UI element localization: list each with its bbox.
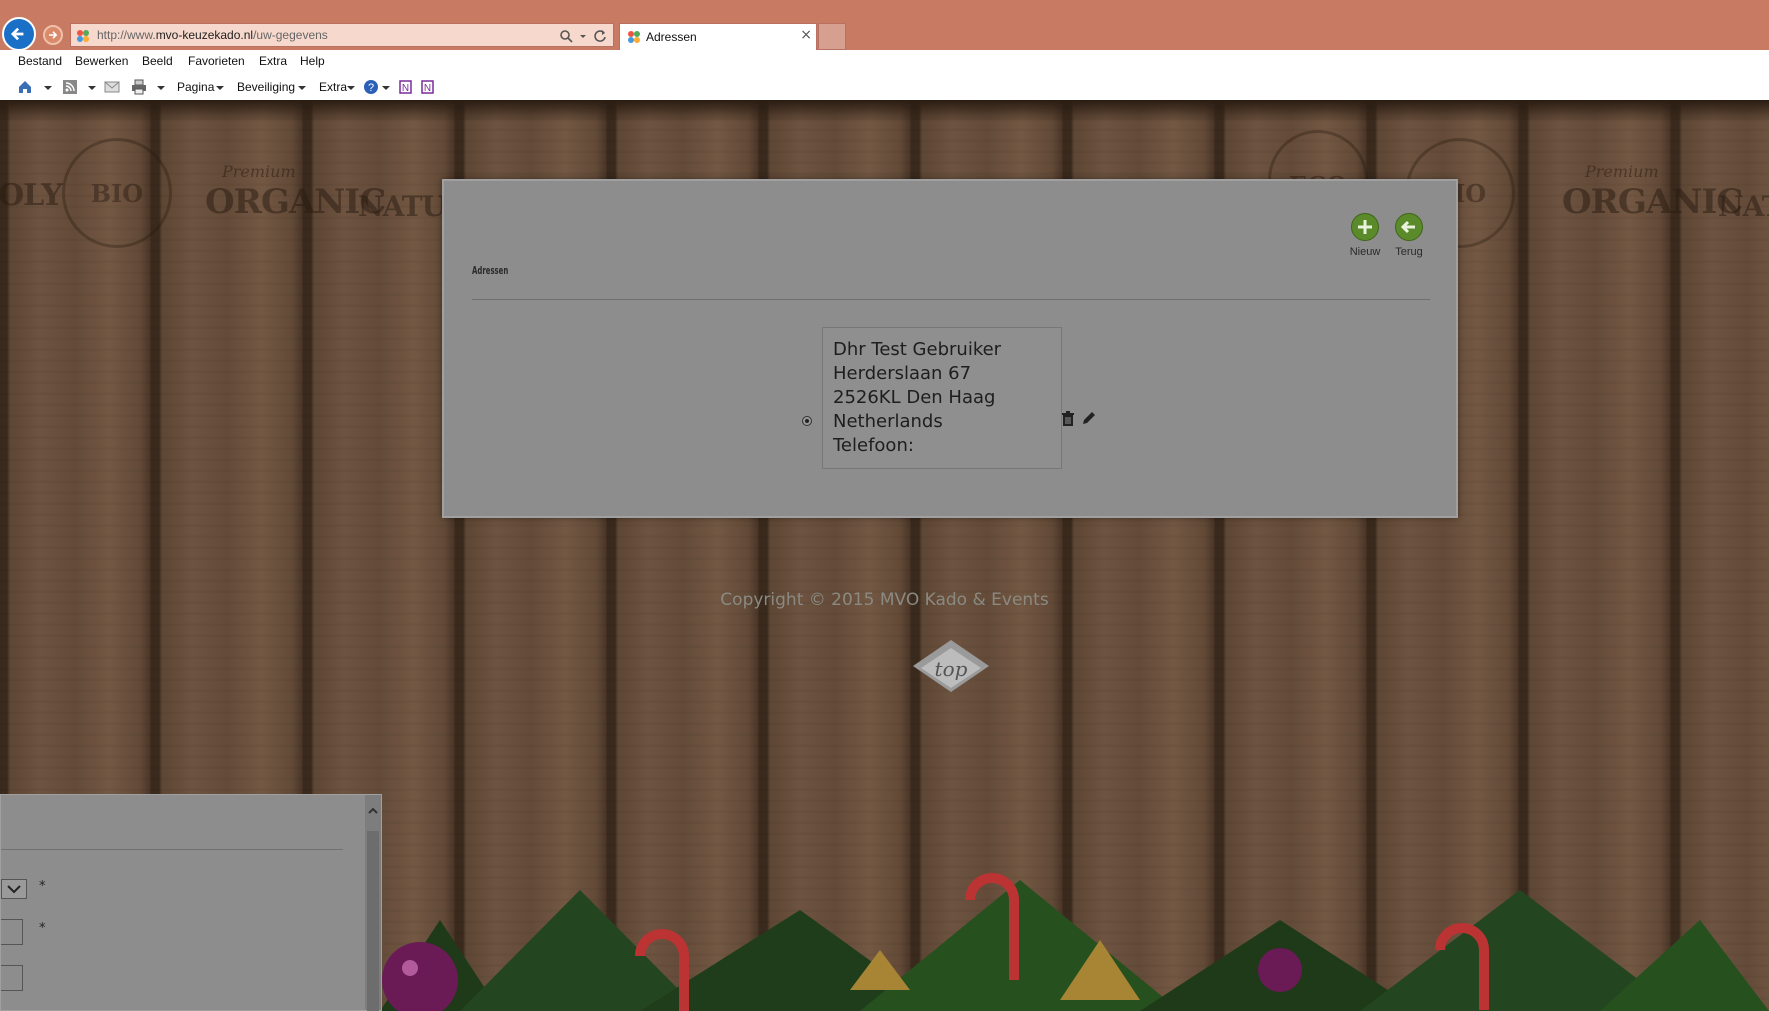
background-badge: BIO	[62, 138, 172, 248]
menu-help[interactable]: Help	[300, 54, 325, 68]
svg-text:N: N	[424, 83, 431, 94]
address-card: Dhr Test Gebruiker Herderslaan 67 2526KL…	[822, 327, 1062, 469]
new-label: Nieuw	[1349, 246, 1381, 258]
address-phone: Telefoon:	[833, 435, 914, 456]
search-icon[interactable]	[559, 29, 573, 43]
onenote-icon[interactable]: N	[420, 79, 436, 95]
menu-bewerken[interactable]: Bewerken	[75, 54, 128, 68]
chevron-up-icon[interactable]	[365, 803, 381, 819]
background-logo-text: ORGANIC	[1562, 182, 1743, 222]
background-logo-text: Premium	[1585, 162, 1659, 181]
beveiliging-dropdown[interactable]	[298, 86, 306, 90]
scrollbar[interactable]	[365, 795, 381, 1011]
help-icon[interactable]: ?	[363, 79, 379, 95]
extra-menu[interactable]: Extra	[319, 80, 347, 94]
home-dropdown[interactable]	[44, 86, 52, 90]
divider	[472, 299, 1430, 300]
feed-dropdown[interactable]	[88, 86, 96, 90]
address-bar[interactable]: http://www.mvo-keuzekado.nl/uw-gegevens	[70, 23, 614, 47]
select-field[interactable]	[1, 879, 27, 899]
side-form-panel: * *	[0, 794, 382, 1011]
joomla-favicon	[628, 31, 640, 43]
pagina-dropdown[interactable]	[216, 86, 224, 90]
page-title: Adressen	[472, 264, 509, 277]
address-radio[interactable]	[802, 416, 812, 426]
address-panel: Adressen Nieuw Terug Dhr Test Gebruiker …	[442, 179, 1458, 518]
back-button[interactable]	[2, 17, 36, 51]
required-marker: *	[39, 879, 46, 894]
divider	[1, 849, 343, 850]
menu-favorieten[interactable]: Favorieten	[188, 54, 245, 68]
background-logo-text: Premium	[222, 162, 296, 181]
mail-icon[interactable]	[104, 79, 120, 95]
home-icon[interactable]	[17, 79, 33, 95]
menu-beeld[interactable]: Beeld	[142, 54, 173, 68]
menu-bar: Bestand Bewerken Beeld Favorieten Extra …	[0, 50, 1769, 74]
background-badge-text: BIO	[90, 179, 144, 208]
text-field[interactable]	[1, 965, 23, 991]
print-icon[interactable]	[131, 79, 147, 95]
menu-bestand[interactable]: Bestand	[18, 54, 62, 68]
tab-title: Adressen	[646, 30, 697, 44]
page-background: OLY BIO Premium ORGANIC NATUR BIO ECO Pr…	[0, 100, 1769, 1011]
onenote-icon[interactable]: N	[398, 79, 414, 95]
address-country: Netherlands	[833, 411, 943, 432]
command-bar: Pagina Beveiliging Extra ? N N	[0, 74, 1769, 101]
new-address-button[interactable]: Nieuw	[1345, 213, 1385, 258]
chevron-down-icon[interactable]	[579, 29, 587, 43]
svg-text:?: ?	[368, 82, 374, 94]
help-dropdown[interactable]	[382, 86, 390, 90]
close-icon[interactable]: ×	[800, 27, 812, 43]
trash-icon[interactable]	[1060, 411, 1076, 427]
back-to-account-button[interactable]: Terug	[1389, 213, 1429, 258]
header-shadow	[0, 100, 1769, 122]
url-text[interactable]: http://www.mvo-keuzekado.nl/uw-gegevens	[97, 28, 328, 42]
background-logo-text: NATUR	[1718, 190, 1769, 223]
back-arrow-icon	[10, 27, 24, 41]
svg-text:N: N	[402, 83, 409, 94]
new-tab-button[interactable]	[818, 23, 846, 50]
required-marker: *	[39, 921, 46, 936]
back-label: Terug	[1395, 246, 1423, 258]
scrollbar-thumb[interactable]	[367, 831, 379, 1011]
beveiliging-menu[interactable]: Beveiliging	[237, 80, 295, 94]
background-logo-text: OLY	[0, 178, 63, 213]
address-street: Herderslaan 67	[833, 363, 972, 384]
pencil-icon[interactable]	[1080, 411, 1096, 427]
copyright-text: Copyright © 2015 MVO Kado & Events	[720, 590, 1049, 610]
back-to-top-button[interactable]: top	[913, 640, 989, 700]
print-dropdown[interactable]	[157, 86, 165, 90]
extra-dropdown[interactable]	[347, 86, 355, 90]
pagina-menu[interactable]: Pagina	[177, 80, 214, 94]
address-name: Dhr Test Gebruiker	[833, 339, 1002, 360]
refresh-icon[interactable]	[593, 29, 607, 43]
chevron-down-icon	[7, 885, 21, 894]
top-label: top	[935, 657, 968, 681]
add-icon	[1351, 213, 1379, 241]
rss-feed-icon[interactable]	[62, 79, 78, 95]
forward-button[interactable]	[43, 25, 63, 45]
text-field[interactable]	[1, 919, 23, 945]
menu-extra[interactable]: Extra	[259, 54, 287, 68]
joomla-favicon	[77, 30, 89, 42]
address-city: 2526KL Den Haag	[833, 387, 996, 408]
christmas-decoration	[380, 873, 1769, 1011]
back-arrow-icon	[1395, 213, 1423, 241]
forward-arrow-icon	[49, 31, 58, 39]
tab-adressen[interactable]: Adressen ×	[619, 23, 817, 50]
